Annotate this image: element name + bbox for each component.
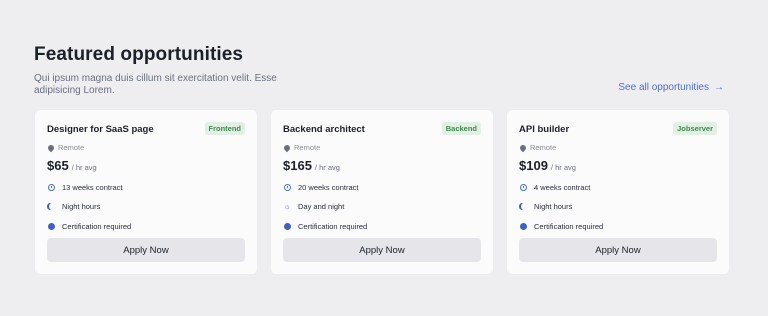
price-amount: $109: [519, 158, 548, 173]
see-all-opportunities-link[interactable]: See all opportunities →: [618, 82, 724, 93]
feature-text: Night hours: [534, 202, 573, 211]
apply-now-button[interactable]: Apply Now: [283, 238, 481, 262]
feature-text: Night hours: [62, 202, 101, 211]
category-badge: Frontend: [204, 122, 245, 135]
opportunity-card: Backend architect Backend Remote $165 / …: [271, 110, 493, 274]
feature-item: Certification required: [519, 221, 603, 231]
badge-dot-icon: [519, 222, 527, 230]
price-unit: / hr avg: [71, 163, 97, 172]
section-subtitle: Qui ipsum magna duis cillum sit exercita…: [34, 73, 277, 96]
card-features: 4 weeks contract Night hours Certificati…: [519, 182, 603, 231]
card-price: $109 / hr avg: [519, 158, 717, 173]
moon-icon: [519, 203, 527, 211]
feature-item: ☼ Day and night: [283, 202, 367, 212]
feature-text: Certification required: [534, 221, 604, 231]
feature-text: 4 weeks contract: [534, 182, 591, 192]
apply-now-button[interactable]: Apply Now: [47, 238, 245, 262]
card-price: $165 / hr avg: [283, 158, 481, 173]
section-title: Featured opportunities: [34, 44, 244, 65]
feature-text: 13 weeks contract: [62, 182, 123, 192]
price-unit: / hr avg: [550, 163, 576, 172]
category-badge: Backend: [441, 122, 481, 135]
card-role-title: Designer for SaaS page: [47, 124, 154, 135]
arrow-right-icon: →: [714, 82, 724, 93]
feature-text: 20 weeks contract: [298, 182, 359, 192]
moon-icon: [47, 203, 55, 211]
opportunity-card: API builder Jobserver Remote $109 / hr a…: [507, 110, 729, 274]
clock-icon: [47, 183, 55, 191]
clock-icon: [283, 183, 291, 191]
location-pin-icon: [46, 143, 56, 152]
card-role-title: API builder: [519, 124, 570, 135]
badge-dot-icon: [283, 222, 291, 230]
card-location: Remote: [46, 143, 245, 152]
location-pin-icon: [282, 143, 292, 152]
card-role-title: Backend architect: [283, 124, 365, 135]
sun-icon: ☼: [283, 201, 291, 211]
feature-text: Day and night: [298, 202, 345, 211]
feature-item: 13 weeks contract: [47, 182, 131, 192]
location-label: Remote: [530, 143, 557, 152]
price-unit: / hr avg: [314, 163, 340, 172]
apply-now-button[interactable]: Apply Now: [519, 238, 717, 262]
price-amount: $165: [283, 158, 312, 173]
feature-item: 4 weeks contract: [519, 182, 603, 192]
card-location: Remote: [518, 143, 717, 152]
location-pin-icon: [518, 143, 528, 152]
opportunities-section: Featured opportunities Qui ipsum magna d…: [0, 0, 768, 316]
feature-item: Night hours: [47, 202, 131, 212]
opportunity-card: Designer for SaaS page Frontend Remote $…: [35, 110, 257, 274]
feature-item: Certification required: [47, 221, 131, 231]
feature-item: Certification required: [283, 221, 367, 231]
card-features: 20 weeks contract ☼ Day and night Certif…: [283, 182, 367, 231]
see-all-label: See all opportunities: [618, 82, 709, 93]
location-label: Remote: [58, 143, 85, 152]
category-badge: Jobserver: [673, 122, 717, 135]
badge-dot-icon: [47, 222, 55, 230]
clock-icon: [519, 183, 527, 191]
price-amount: $65: [47, 158, 69, 173]
card-features: 13 weeks contract Night hours Certificat…: [47, 182, 131, 231]
location-label: Remote: [294, 143, 321, 152]
feature-item: Night hours: [519, 202, 603, 212]
feature-item: 20 weeks contract: [283, 182, 367, 192]
feature-text: Certification required: [298, 221, 368, 231]
feature-text: Certification required: [62, 221, 132, 231]
section-header: Featured opportunities Qui ipsum magna d…: [34, 44, 734, 96]
opportunity-cards: Designer for SaaS page Frontend Remote $…: [35, 110, 729, 274]
card-price: $65 / hr avg: [47, 158, 245, 173]
card-location: Remote: [282, 143, 481, 152]
